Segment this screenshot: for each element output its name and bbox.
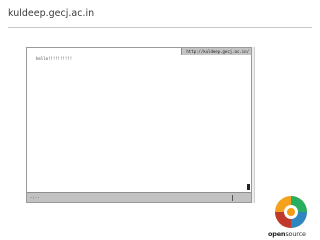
status-separator <box>232 195 233 201</box>
terminal-output: hello!!!!!!!!!! <box>36 56 73 61</box>
terminal-tab[interactable]: http://kuldeep.gecj.ac.in/ <box>181 48 251 55</box>
open-source-text: opensource <box>268 230 306 238</box>
terminal-status-bar: -:-- <box>27 192 251 202</box>
open-source-logo <box>275 196 307 228</box>
status-mode: -:-- <box>30 195 40 200</box>
vertical-scrollbar[interactable] <box>252 47 255 203</box>
terminal-window[interactable]: http://kuldeep.gecj.ac.in/ hello!!!!!!!!… <box>26 47 252 203</box>
title-divider <box>8 27 312 28</box>
terminal-cursor <box>247 184 250 190</box>
logo-text-source: source <box>285 230 306 238</box>
logo-text-open: open <box>268 230 286 238</box>
terminal-url: http://kuldeep.gecj.ac.in/ <box>186 49 249 54</box>
slide-title: kuldeep.gecj.ac.in <box>8 8 95 19</box>
terminal-header: http://kuldeep.gecj.ac.in/ <box>27 48 251 56</box>
